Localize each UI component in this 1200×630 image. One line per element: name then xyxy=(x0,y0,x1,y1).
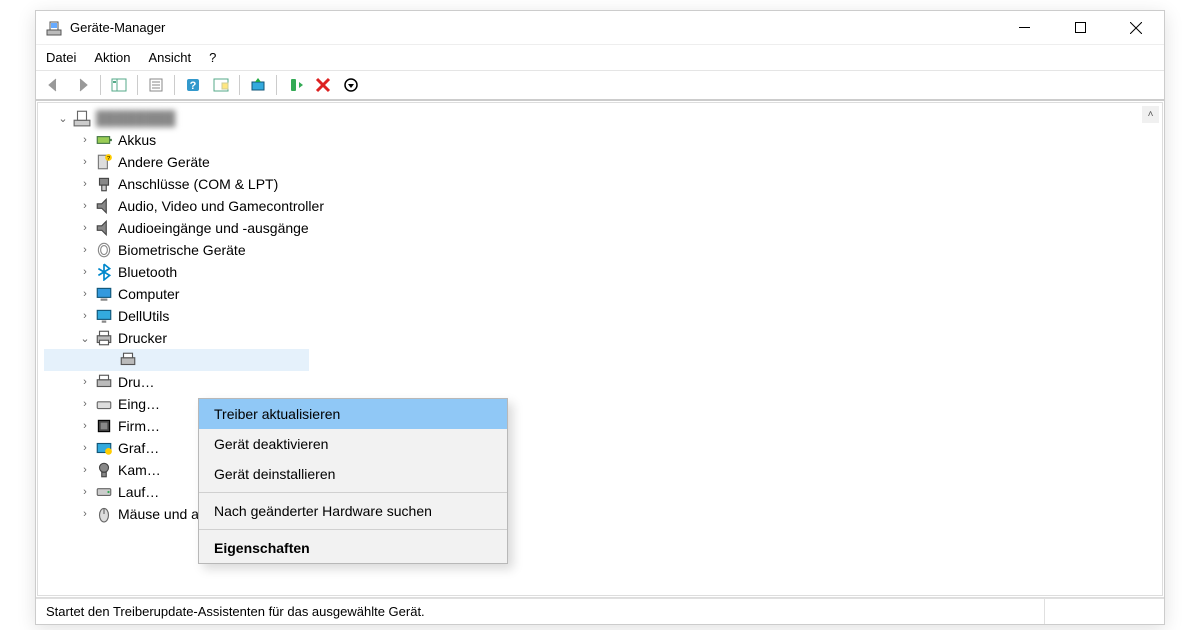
chevron-right-icon[interactable]: › xyxy=(78,133,92,147)
status-text: Startet den Treiberupdate-Assistenten fü… xyxy=(46,604,425,619)
audio-icon xyxy=(95,219,113,237)
device-manager-window: Geräte-Manager Datei Aktion Ansicht ? xyxy=(35,10,1165,625)
chevron-right-icon[interactable]: › xyxy=(78,485,92,499)
context-menu: Treiber aktualisieren Gerät deaktivieren… xyxy=(198,398,508,564)
tree-item[interactable]: › DellUtils xyxy=(44,305,1162,327)
update-driver-button[interactable] xyxy=(246,73,270,97)
display-adapter-icon xyxy=(95,439,113,457)
port-icon xyxy=(95,175,113,193)
chevron-right-icon[interactable]: › xyxy=(78,221,92,235)
chevron-right-icon[interactable]: › xyxy=(78,243,92,257)
context-item-scan-hardware[interactable]: Nach geänderter Hardware suchen xyxy=(199,496,507,526)
unknown-device-icon: ? xyxy=(95,153,113,171)
toolbar-divider xyxy=(174,75,175,95)
camera-icon xyxy=(95,461,113,479)
chevron-right-icon[interactable]: › xyxy=(78,463,92,477)
toolbar-divider xyxy=(239,75,240,95)
context-menu-separator xyxy=(199,529,507,530)
printer-icon xyxy=(119,351,137,369)
help-button[interactable]: ? xyxy=(181,73,205,97)
close-button[interactable] xyxy=(1108,11,1164,44)
tree-item[interactable]: › Computer xyxy=(44,283,1162,305)
context-item-update-driver[interactable]: Treiber aktualisieren xyxy=(199,399,507,429)
chevron-down-icon[interactable]: ⌄ xyxy=(56,111,70,125)
tree-item[interactable]: › Audioeingänge und -ausgänge xyxy=(44,217,1162,239)
drive-icon xyxy=(95,483,113,501)
menu-bar: Datei Aktion Ansicht ? xyxy=(36,45,1164,71)
chevron-right-icon[interactable]: › xyxy=(78,287,92,301)
uninstall-device-button[interactable] xyxy=(311,73,335,97)
tree-item-drucker[interactable]: ⌄ Drucker xyxy=(44,327,1162,349)
tree-item[interactable]: › ? Andere Geräte xyxy=(44,151,1162,173)
monitor-icon xyxy=(95,307,113,325)
maximize-button[interactable] xyxy=(1052,11,1108,44)
chevron-right-icon[interactable]: › xyxy=(78,265,92,279)
chevron-right-icon[interactable]: › xyxy=(78,441,92,455)
audio-icon xyxy=(95,197,113,215)
properties-button[interactable] xyxy=(144,73,168,97)
window-title: Geräte-Manager xyxy=(70,20,996,35)
show-hide-tree-button[interactable] xyxy=(107,73,131,97)
title-bar: Geräte-Manager xyxy=(36,11,1164,45)
tree-item[interactable]: › Bluetooth xyxy=(44,261,1162,283)
toolbar-divider xyxy=(100,75,101,95)
app-icon xyxy=(46,20,62,36)
tree-item[interactable]: › Anschlüsse (COM & LPT) xyxy=(44,173,1162,195)
chevron-right-icon[interactable]: › xyxy=(78,375,92,389)
menu-help[interactable]: ? xyxy=(209,50,216,65)
chevron-right-icon[interactable]: › xyxy=(78,309,92,323)
toolbar-divider xyxy=(276,75,277,95)
menu-action[interactable]: Aktion xyxy=(94,50,130,65)
svg-text:?: ? xyxy=(190,80,197,92)
context-menu-separator xyxy=(199,492,507,493)
toolbar: ? xyxy=(36,71,1164,101)
tree-root[interactable]: ⌄ ████████ xyxy=(44,107,1162,129)
status-bar: Startet den Treiberupdate-Assistenten fü… xyxy=(36,598,1164,624)
printer-icon xyxy=(95,329,113,347)
menu-file[interactable]: Datei xyxy=(46,50,76,65)
chevron-right-icon[interactable]: › xyxy=(78,199,92,213)
computer-icon xyxy=(95,285,113,303)
disable-device-button[interactable] xyxy=(339,73,363,97)
chevron-right-icon[interactable]: › xyxy=(78,177,92,191)
hid-icon xyxy=(95,395,113,413)
context-item-uninstall-device[interactable]: Gerät deinstallieren xyxy=(199,459,507,489)
bluetooth-icon xyxy=(95,263,113,281)
tree-item[interactable]: › Akkus xyxy=(44,129,1162,151)
chevron-down-icon[interactable]: ⌄ xyxy=(78,331,92,345)
minimize-button[interactable] xyxy=(996,11,1052,44)
chevron-right-icon[interactable]: › xyxy=(78,507,92,521)
chevron-right-icon[interactable]: › xyxy=(78,155,92,169)
battery-icon xyxy=(95,131,113,149)
mouse-icon xyxy=(95,505,113,523)
forward-button[interactable] xyxy=(70,73,94,97)
tree-item[interactable]: › Dru… xyxy=(44,371,1162,393)
context-item-disable-device[interactable]: Gerät deaktivieren xyxy=(199,429,507,459)
menu-view[interactable]: Ansicht xyxy=(149,50,192,65)
printer-icon xyxy=(95,373,113,391)
status-cell xyxy=(1044,599,1154,624)
tree-item[interactable]: › Biometrische Geräte xyxy=(44,239,1162,261)
context-item-properties[interactable]: Eigenschaften xyxy=(199,533,507,563)
fingerprint-icon xyxy=(95,241,113,259)
enable-device-button[interactable] xyxy=(283,73,307,97)
scroll-up-icon[interactable]: ˄ xyxy=(1142,106,1159,123)
chevron-right-icon[interactable]: › xyxy=(78,397,92,411)
computer-icon xyxy=(73,109,91,127)
svg-text:?: ? xyxy=(107,156,110,162)
back-button[interactable] xyxy=(42,73,66,97)
tree-item[interactable]: › Audio, Video und Gamecontroller xyxy=(44,195,1162,217)
firmware-icon xyxy=(95,417,113,435)
scan-hardware-button[interactable] xyxy=(209,73,233,97)
tree-item-printer-child[interactable] xyxy=(44,349,309,371)
chevron-right-icon[interactable]: › xyxy=(78,419,92,433)
toolbar-divider xyxy=(137,75,138,95)
